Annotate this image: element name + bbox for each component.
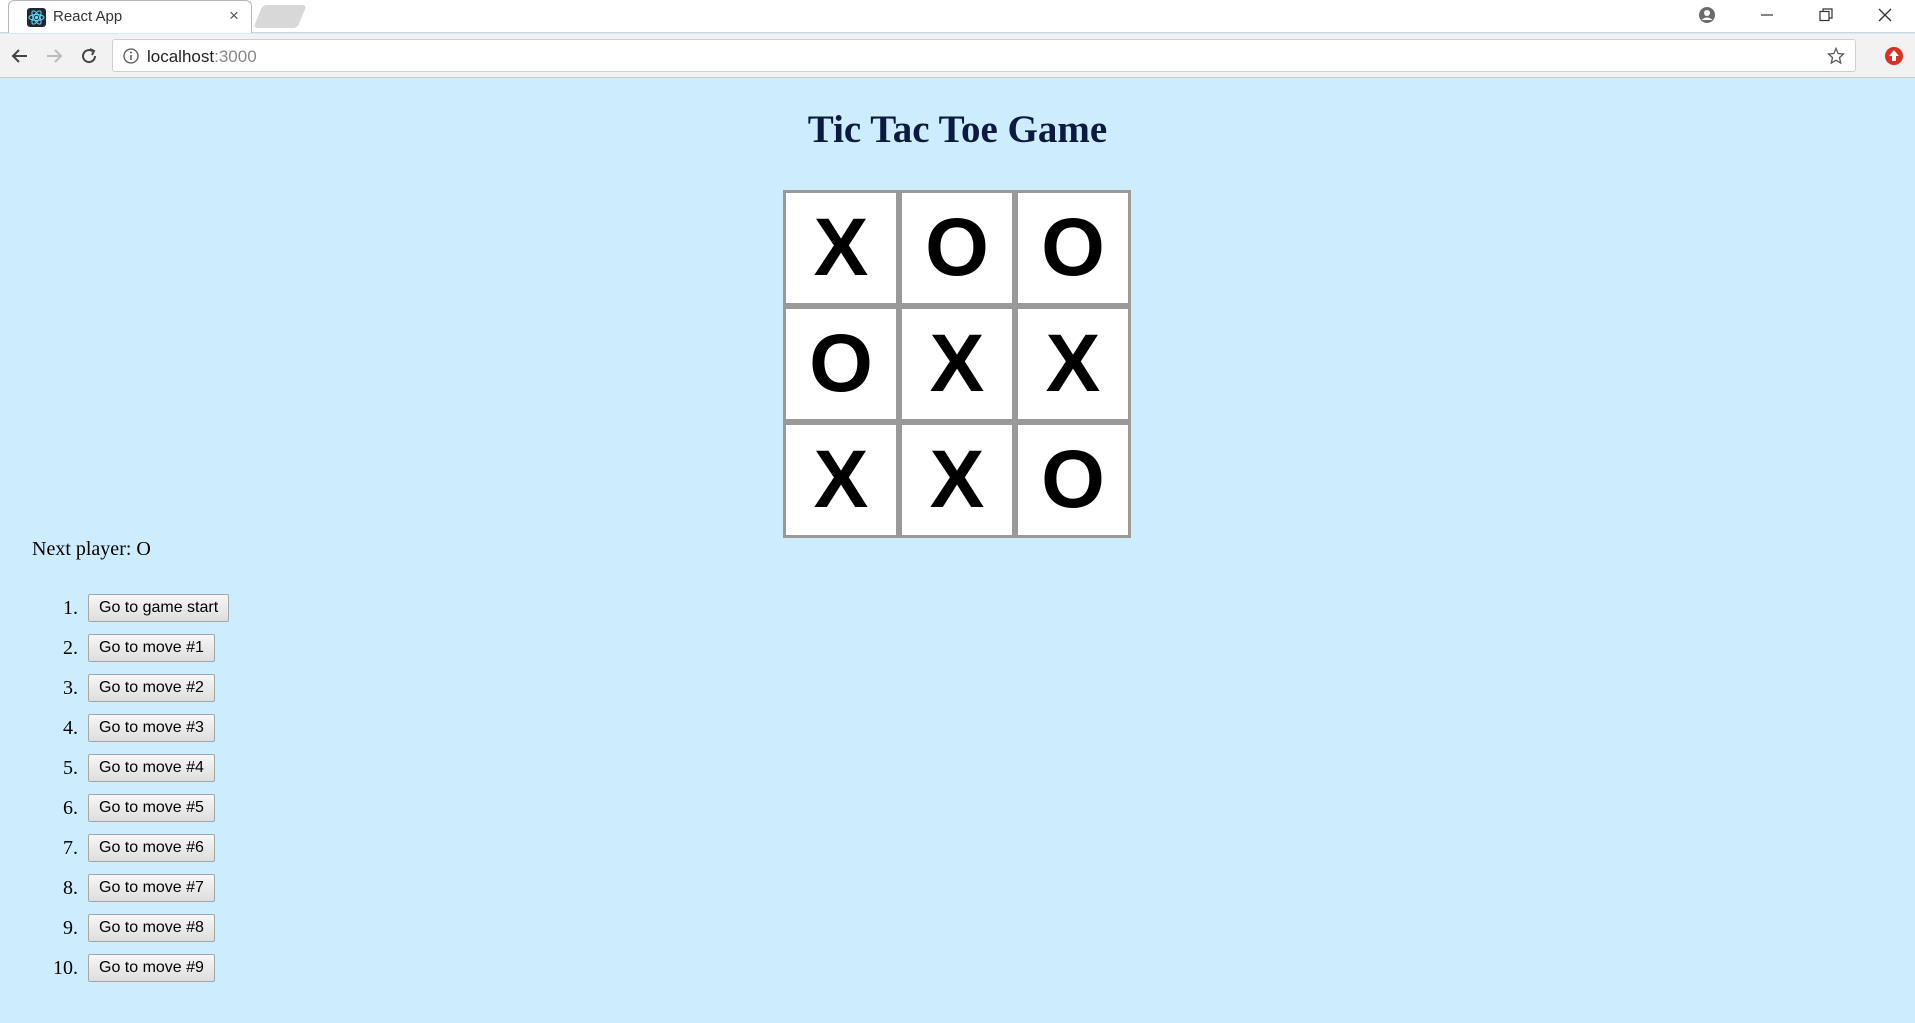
browser-tab-bar: React App × xyxy=(0,0,1915,33)
board-square[interactable]: O xyxy=(1015,422,1131,538)
bookmark-star-icon[interactable] xyxy=(1826,46,1846,70)
move-number: 3. xyxy=(63,676,78,699)
restore-icon[interactable] xyxy=(1803,0,1849,30)
move-number: 2. xyxy=(63,636,78,659)
close-window-icon[interactable] xyxy=(1862,0,1908,30)
back-arrow-icon[interactable] xyxy=(6,42,34,70)
move-number: 6. xyxy=(63,796,78,819)
game-board: XOOOXXXXO xyxy=(783,190,1133,540)
board-square[interactable]: O xyxy=(783,306,899,422)
react-logo-icon xyxy=(27,8,46,27)
extension-icon[interactable] xyxy=(1880,42,1908,70)
board-square[interactable]: X xyxy=(899,422,1015,538)
url-port: :3000 xyxy=(214,47,257,66)
move-number: 9. xyxy=(63,916,78,939)
move-number: 1. xyxy=(63,596,78,619)
go-to-move-button[interactable]: Go to move #1 xyxy=(88,634,215,662)
move-number: 7. xyxy=(63,836,78,859)
board-square[interactable]: O xyxy=(1015,190,1131,306)
go-to-move-button[interactable]: Go to move #5 xyxy=(88,794,215,822)
move-number: 4. xyxy=(63,716,78,739)
move-number: 5. xyxy=(63,756,78,779)
new-tab-button[interactable] xyxy=(253,5,307,28)
board-square[interactable]: X xyxy=(783,190,899,306)
address-bar[interactable]: localhost:3000 xyxy=(112,39,1856,72)
board-square[interactable]: O xyxy=(899,190,1015,306)
browser-toolbar: localhost:3000 xyxy=(0,34,1915,78)
go-to-move-button[interactable]: Go to move #3 xyxy=(88,714,215,742)
browser-tab[interactable]: React App × xyxy=(8,0,252,33)
board-square[interactable]: X xyxy=(1015,306,1131,422)
url-text: localhost:3000 xyxy=(147,47,257,67)
go-to-game-start-button[interactable]: Go to game start xyxy=(88,594,230,622)
go-to-move-button[interactable]: Go to move #7 xyxy=(88,874,215,902)
board-square[interactable]: X xyxy=(783,422,899,538)
go-to-move-button[interactable]: Go to move #2 xyxy=(88,674,215,702)
go-to-move-button[interactable]: Go to move #6 xyxy=(88,834,215,862)
go-to-move-button[interactable]: Go to move #9 xyxy=(88,954,215,982)
tab-close-icon[interactable]: × xyxy=(229,6,239,26)
board-square[interactable]: X xyxy=(899,306,1015,422)
move-number: 8. xyxy=(63,876,78,899)
url-host: localhost xyxy=(147,47,215,66)
forward-arrow-icon[interactable] xyxy=(40,42,68,70)
status-text: Next player: O xyxy=(32,538,151,560)
tab-title: React App xyxy=(53,8,123,25)
reload-icon[interactable] xyxy=(75,42,103,70)
page-title: Tic Tac Toe Game xyxy=(807,108,1108,151)
info-icon[interactable] xyxy=(123,48,139,69)
move-number: 10. xyxy=(53,956,78,979)
profile-icon[interactable] xyxy=(1684,0,1730,30)
minimize-icon[interactable] xyxy=(1744,0,1790,30)
go-to-move-button[interactable]: Go to move #8 xyxy=(88,914,215,942)
go-to-move-button[interactable]: Go to move #4 xyxy=(88,754,215,782)
